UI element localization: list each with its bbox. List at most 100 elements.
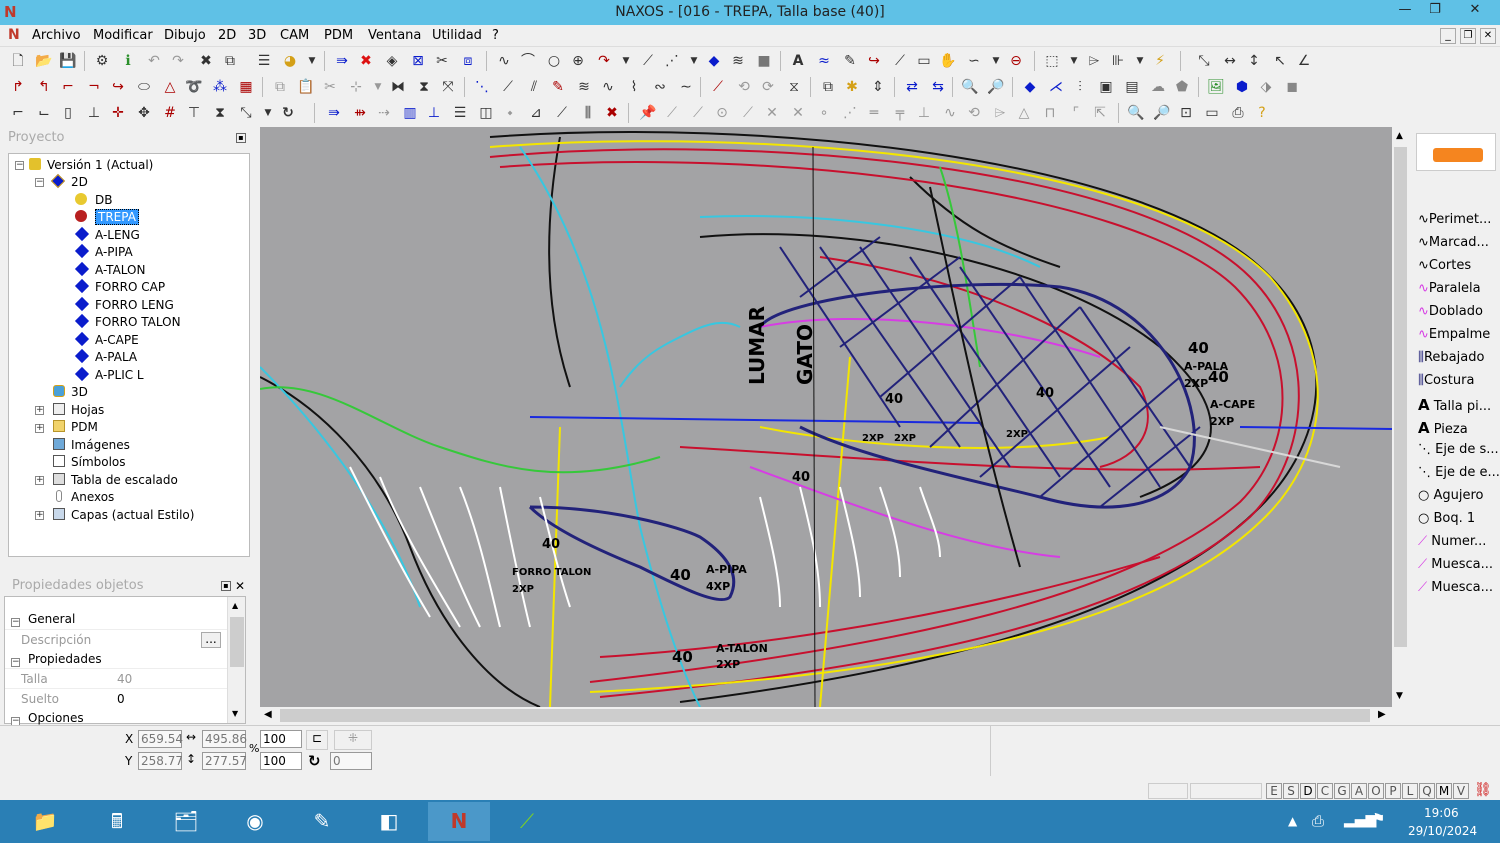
redo-icon[interactable]: ↷	[168, 51, 188, 71]
menu-pdm[interactable]: PDM	[324, 28, 353, 43]
tree-node-forro-talon[interactable]: FORRO TALON	[74, 313, 181, 331]
scale-mode-icon[interactable]: ⊏	[306, 730, 328, 750]
text-tool-icon[interactable]: A	[788, 51, 808, 71]
dropdown-arrow-icon[interactable]: ▼	[368, 77, 388, 97]
tool-boq[interactable]: ○ Boq. 1	[1418, 511, 1475, 526]
clock-time[interactable]: 19:06	[1424, 806, 1459, 820]
x-icon[interactable]: ✕	[762, 103, 782, 123]
markers-icon[interactable]: ⊪	[1108, 51, 1128, 71]
dash-line-icon[interactable]: ⋱	[472, 77, 492, 97]
curves-icon[interactable]: ∽	[964, 51, 984, 71]
scroll-thumb[interactable]	[1394, 147, 1407, 647]
pointer-icon[interactable]: ⤡	[236, 103, 256, 123]
open-folder-icon[interactable]: 📂	[34, 51, 54, 71]
hash-icon[interactable]: #	[160, 103, 180, 123]
tool-empalme[interactable]: ∿Empalme	[1418, 327, 1490, 342]
box-icon[interactable]: ◼	[1282, 77, 1302, 97]
rectangle-icon[interactable]: ▭	[914, 51, 934, 71]
group-propiedades[interactable]: − Propiedades	[5, 649, 227, 669]
tool-muesca-2[interactable]: ⟋ Muesca...	[1418, 580, 1493, 595]
select-icon[interactable]: ⬚	[1042, 51, 1062, 71]
width-icon[interactable]: ↔	[1220, 51, 1240, 71]
project-panel-pin-icon[interactable]: ▪	[236, 133, 246, 143]
bend-icon[interactable]: ⌇	[624, 77, 644, 97]
tray-arrow-icon[interactable]: ▲	[1288, 814, 1297, 828]
scroll-right-icon[interactable]: ▶	[1378, 709, 1386, 720]
y-coordinate-field[interactable]: 258.77	[138, 752, 183, 770]
mode-key-g[interactable]: G	[1334, 783, 1350, 799]
tree-node-a-leng[interactable]: A-LENG	[74, 226, 140, 244]
curve-tool-icon[interactable]: ∿	[494, 51, 514, 71]
tag-icon[interactable]: ⌲	[1084, 51, 1104, 71]
scroll-down-icon[interactable]: ▼	[1396, 691, 1403, 701]
properties-close-icon[interactable]: ✕	[235, 579, 245, 593]
expand-toggle-icon[interactable]: +	[35, 406, 44, 415]
tee-icon[interactable]: ⊤	[184, 103, 204, 123]
cloud-icon[interactable]: ☁	[1148, 77, 1168, 97]
dropdown-arrow-icon[interactable]: ▼	[616, 51, 636, 71]
clock-date[interactable]: 29/10/2024	[1408, 824, 1477, 838]
up-down-icon[interactable]: ⇕	[868, 77, 888, 97]
menu-3d[interactable]: 3D	[248, 28, 266, 43]
search-tool2-icon[interactable]: 🔎	[986, 77, 1006, 97]
menu-2d[interactable]: 2D	[218, 28, 236, 43]
edit-shape-icon[interactable]: ⊿	[526, 103, 546, 123]
tree-node-pdm[interactable]: PDM	[53, 419, 98, 436]
fillet-icon[interactable]: ↷	[594, 51, 614, 71]
align-icon[interactable]: ⫶	[1070, 77, 1090, 97]
refresh-icon[interactable]: ↻	[278, 103, 298, 123]
link-icon[interactable]: ⛓	[1474, 782, 1492, 798]
wave2-icon[interactable]: ∾	[650, 77, 670, 97]
magnet-icon[interactable]: ⊖	[1006, 51, 1026, 71]
corner-icon[interactable]: ↱	[8, 77, 28, 97]
rotation-field[interactable]: 0	[330, 752, 372, 770]
scroll-up-icon[interactable]: ▲	[1396, 131, 1403, 141]
node-edit-icon[interactable]: ⋌	[1046, 77, 1066, 97]
remove-icon[interactable]: ✖	[602, 103, 622, 123]
expand-toggle-icon[interactable]: −	[15, 161, 24, 170]
tree-node-a-plic-l[interactable]: A-PLIC L	[74, 366, 144, 384]
flip-icon[interactable]: ⧗	[414, 77, 434, 97]
naxos-icon[interactable]: N	[428, 802, 490, 841]
drawing-canvas[interactable]: 40 A-PALA 2XP 40 A-CAPE 2XP LUMAR GATO 4…	[260, 127, 1392, 707]
tree-node-anexos[interactable]: Anexos	[53, 489, 114, 506]
horizontal-scrollbar[interactable]: ◀ ▶	[260, 707, 1392, 724]
scale-x-field[interactable]: 100	[260, 730, 302, 748]
export-icon[interactable]: ⇱	[1090, 103, 1110, 123]
paint-icon[interactable]: ◕	[280, 51, 300, 71]
ruler-icon[interactable]: ═	[864, 103, 884, 123]
window-icon[interactable]: ▣	[1096, 77, 1116, 97]
angle-icon[interactable]: ∠	[1294, 51, 1314, 71]
tag2-icon[interactable]: ⌲	[990, 103, 1010, 123]
copy2-icon[interactable]: ⧉	[818, 77, 838, 97]
snap-icon[interactable]: ⁜	[334, 730, 372, 750]
menu-ventana[interactable]: Ventana	[368, 28, 421, 43]
wave3-icon[interactable]: ∿	[940, 103, 960, 123]
chrome-icon[interactable]: ◉	[224, 802, 286, 841]
zoom-all-icon[interactable]: ▭	[1202, 103, 1222, 123]
x2-icon[interactable]: ✕	[788, 103, 808, 123]
grid-icon[interactable]: ▦	[236, 77, 256, 97]
pen-icon[interactable]: ✎	[840, 51, 860, 71]
transform-icon[interactable]: ⧗	[210, 103, 230, 123]
tool-pieza[interactable]: A Pieza	[1418, 419, 1468, 437]
diamond2-icon[interactable]: ◆	[1020, 77, 1040, 97]
zoom-out-icon[interactable]: 🔎	[1152, 103, 1172, 123]
tree-node-trepa[interactable]: TREPA	[75, 209, 139, 226]
scissors-tool-icon[interactable]: ✂	[432, 51, 452, 71]
tool-marcado[interactable]: ∿Marcad...	[1418, 235, 1489, 250]
segment-icon[interactable]: ⌐	[8, 103, 28, 123]
tree-node-a-pipa[interactable]: A-PIPA	[74, 243, 133, 261]
zoom-window-icon[interactable]: ⊡	[1176, 103, 1196, 123]
tree-node-version[interactable]: Versión 1 (Actual)	[29, 157, 153, 174]
tilde-icon[interactable]: ∼	[676, 77, 696, 97]
tree-node-a-talon[interactable]: A-TALON	[74, 261, 145, 279]
mode-key-v[interactable]: V	[1453, 783, 1469, 799]
diamond-tool-icon[interactable]: ◆	[704, 51, 724, 71]
triangle-icon[interactable]: △	[160, 77, 180, 97]
mode-key-p[interactable]: P	[1385, 783, 1401, 799]
bars-tool-icon[interactable]: ☰	[450, 103, 470, 123]
hook-icon[interactable]: ↪	[864, 51, 884, 71]
tree-node-a-pala[interactable]: A-PALA	[74, 348, 137, 366]
tool-doblado[interactable]: ∿Doblado	[1418, 304, 1483, 319]
